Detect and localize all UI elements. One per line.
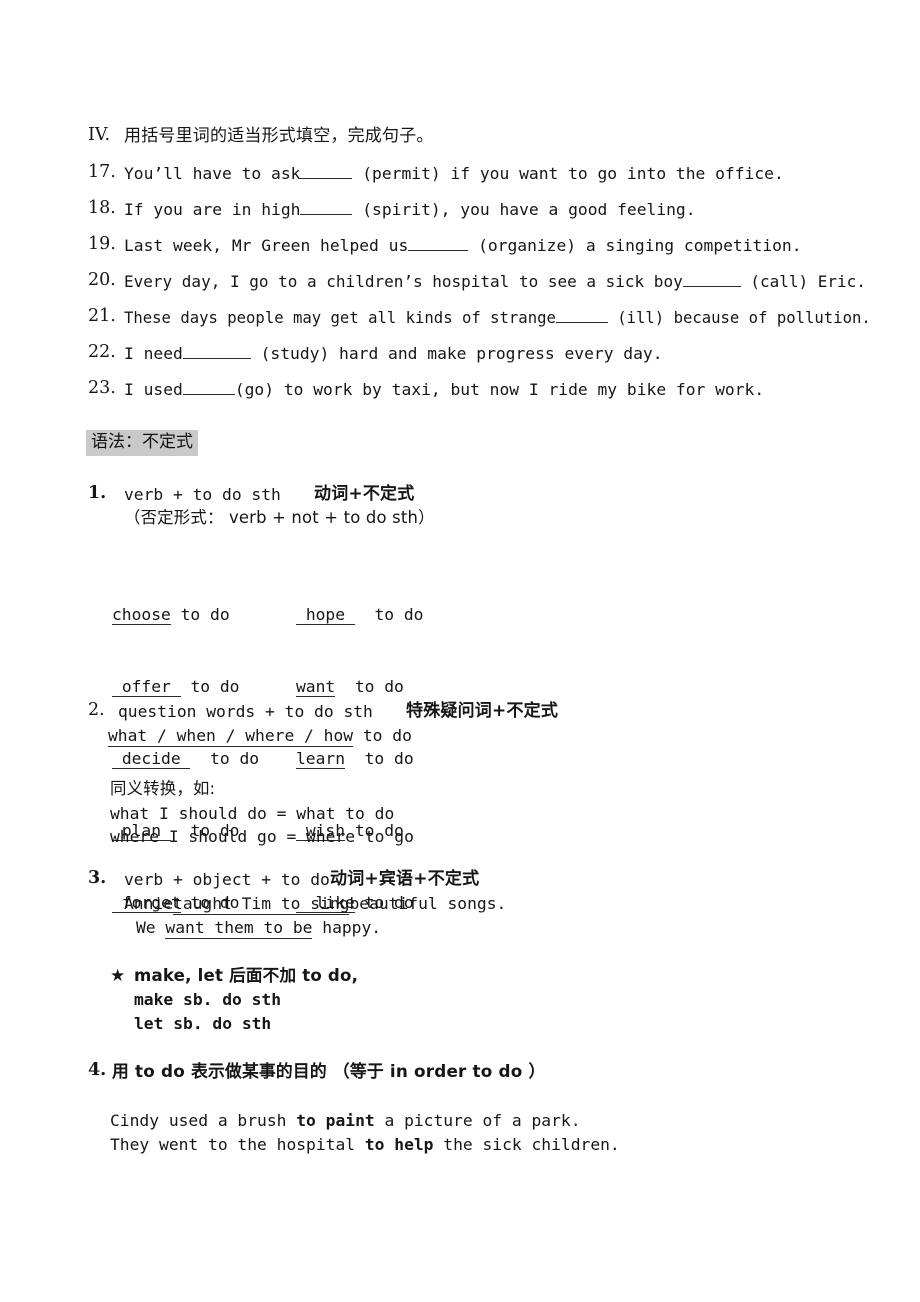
rule-3-example: Annietaught Tim to singbeautiful songs.	[124, 893, 506, 915]
rule-2-pattern: question words + to do sth	[118, 702, 373, 721]
rule-1-cn-label: 动词+不定式	[314, 484, 415, 504]
equivalence-line: where I should go = where to go	[110, 827, 414, 846]
question-text: If you are in high (spirit), you have a …	[124, 199, 696, 221]
verb-word-padded: hope	[296, 605, 355, 625]
rule-3-example: We want them to be happy.	[136, 917, 381, 939]
example-prefix: Annie	[124, 894, 174, 913]
question-tail: (ill) because of pollution.	[607, 309, 871, 327]
example-highlight: want them to be	[165, 918, 313, 939]
star-note-line-1: make, let 后面不加 to do,	[134, 966, 359, 985]
rule-4-example: Cindy used a brush to paint a picture of…	[110, 1110, 581, 1132]
question-tail: (study) hard and make progress every day…	[250, 344, 663, 363]
verb-list-item: offer to do	[112, 675, 259, 699]
question-stem: These days people may get all kinds of s…	[124, 309, 556, 327]
verb-word-padded: offer	[112, 677, 181, 697]
rule-4-example: They went to the hospital to help the si…	[110, 1134, 620, 1156]
rule-1-negative-form: （否定形式： verb + not + to do sth）	[124, 508, 435, 527]
example-highlight: to help	[364, 1135, 434, 1154]
verb-list-item: choose to do	[112, 603, 259, 627]
rule-2-number: 2.	[88, 700, 105, 720]
verb-word-padded: decide	[112, 749, 191, 769]
verb-word: learn	[296, 749, 346, 769]
verb-suffix: to do	[170, 605, 230, 624]
verb-word: offer	[121, 677, 171, 696]
answer-blank[interactable]	[300, 178, 353, 179]
star-icon: ★	[110, 966, 126, 986]
question-number: 21.	[88, 306, 116, 326]
verb-list-item: decide to do	[112, 747, 259, 771]
verb-suffix: to do	[345, 749, 414, 768]
verb-word: want	[296, 677, 336, 697]
verb-list-item: learn to do	[296, 747, 423, 771]
answer-blank[interactable]	[408, 250, 469, 251]
question-stem: I used	[124, 380, 183, 399]
rule-3-number: 3.	[88, 868, 107, 888]
question-words-tail: to do	[353, 726, 412, 745]
answer-blank[interactable]	[300, 214, 353, 215]
example-highlight: taught Tim to sing	[173, 894, 350, 915]
question-text: I used (go) to work by taxi, but now I ri…	[124, 379, 764, 401]
equivalence-title: 同义转换，如:	[110, 779, 216, 798]
question-number: 23.	[88, 378, 116, 398]
example-prefix: We	[136, 918, 166, 937]
question-number: 20.	[88, 270, 116, 290]
question-text: I need (study) hard and make progress ev…	[124, 343, 663, 365]
verb-suffix: to do	[354, 605, 424, 624]
example-prefix: They went to the hospital	[110, 1135, 365, 1154]
answer-blank[interactable]	[682, 286, 741, 287]
example-suffix: happy.	[312, 918, 382, 937]
question-stem: Last week, Mr Green helped us	[124, 236, 409, 255]
example-highlight: to paint	[296, 1111, 375, 1130]
question-stem: You’ll have to ask	[124, 164, 301, 183]
answer-blank[interactable]	[182, 394, 235, 395]
verb-word: choose	[112, 605, 171, 625]
question-number: 19.	[88, 234, 116, 254]
verb-suffix: to do	[335, 677, 404, 696]
question-tail: (spirit), you have a good feeling.	[352, 200, 696, 219]
example-suffix: beautiful songs.	[349, 894, 507, 913]
example-suffix: a picture of a park.	[374, 1111, 581, 1130]
rule-3-cn-label: 动词+宾语+不定式	[330, 869, 480, 889]
example-prefix: Cindy used a brush	[110, 1111, 297, 1130]
rule-2-forms: what / when / where / how to do	[108, 725, 412, 747]
section-iv-marker: IV.	[88, 125, 111, 145]
rule-3-pattern: verb + object + to do	[124, 870, 330, 889]
star-note-line-3: let sb. do sth	[134, 1014, 272, 1033]
question-words-underlined: what / when / where / how	[108, 726, 354, 747]
question-number: 17.	[88, 162, 116, 182]
question-stem: If you are in high	[124, 200, 301, 219]
verb-word: hope	[305, 605, 346, 624]
question-number: 22.	[88, 342, 116, 362]
grammar-section-heading: 语法：不定式	[86, 430, 198, 456]
example-suffix: the sick children.	[433, 1135, 620, 1154]
verb-word: decide	[121, 749, 181, 768]
rule-2-cn-label: 特殊疑问词+不定式	[406, 701, 559, 721]
answer-blank[interactable]	[182, 358, 251, 359]
question-number: 18.	[88, 198, 116, 218]
question-tail: (permit) if you want to go into the offi…	[352, 164, 784, 183]
document-page: IV. 用括号里词的适当形式填空，完成句子。 17. You’ll have t…	[0, 0, 920, 1302]
rule-1-pattern: verb + to do sth	[124, 485, 281, 504]
rule-1-number: 1.	[88, 483, 107, 503]
question-text: You’ll have to ask (permit) if you want …	[124, 163, 784, 185]
star-note-line-2: make sb. do sth	[134, 990, 282, 1009]
verb-list-item: hope to do	[296, 603, 423, 627]
rule-4-title: 用 to do 表示做某事的目的 （等于 in order to do ）	[112, 1061, 546, 1081]
question-text: These days people may get all kinds of s…	[124, 307, 871, 329]
question-tail: (organize) a singing competition.	[468, 236, 802, 255]
verb-suffix: to do	[180, 677, 240, 696]
section-iv-instruction: 用括号里词的适当形式填空，完成句子。	[124, 126, 434, 146]
answer-blank[interactable]	[555, 322, 608, 323]
question-tail: (call) Eric.	[740, 272, 866, 291]
question-tail: (go) to work by taxi, but now I ride my …	[234, 380, 765, 399]
question-text: Every day, I go to a children’s hospital…	[124, 271, 866, 293]
verb-suffix: to do	[190, 749, 260, 768]
verb-list-item: want to do	[296, 675, 423, 699]
question-stem: I need	[124, 344, 183, 363]
question-text: Last week, Mr Green helped us (organize)…	[124, 235, 802, 257]
question-stem: Every day, I go to a children’s hospital…	[124, 272, 683, 291]
rule-4-number: 4.	[88, 1060, 107, 1080]
equivalence-line: what I should do = what to do	[110, 804, 395, 823]
